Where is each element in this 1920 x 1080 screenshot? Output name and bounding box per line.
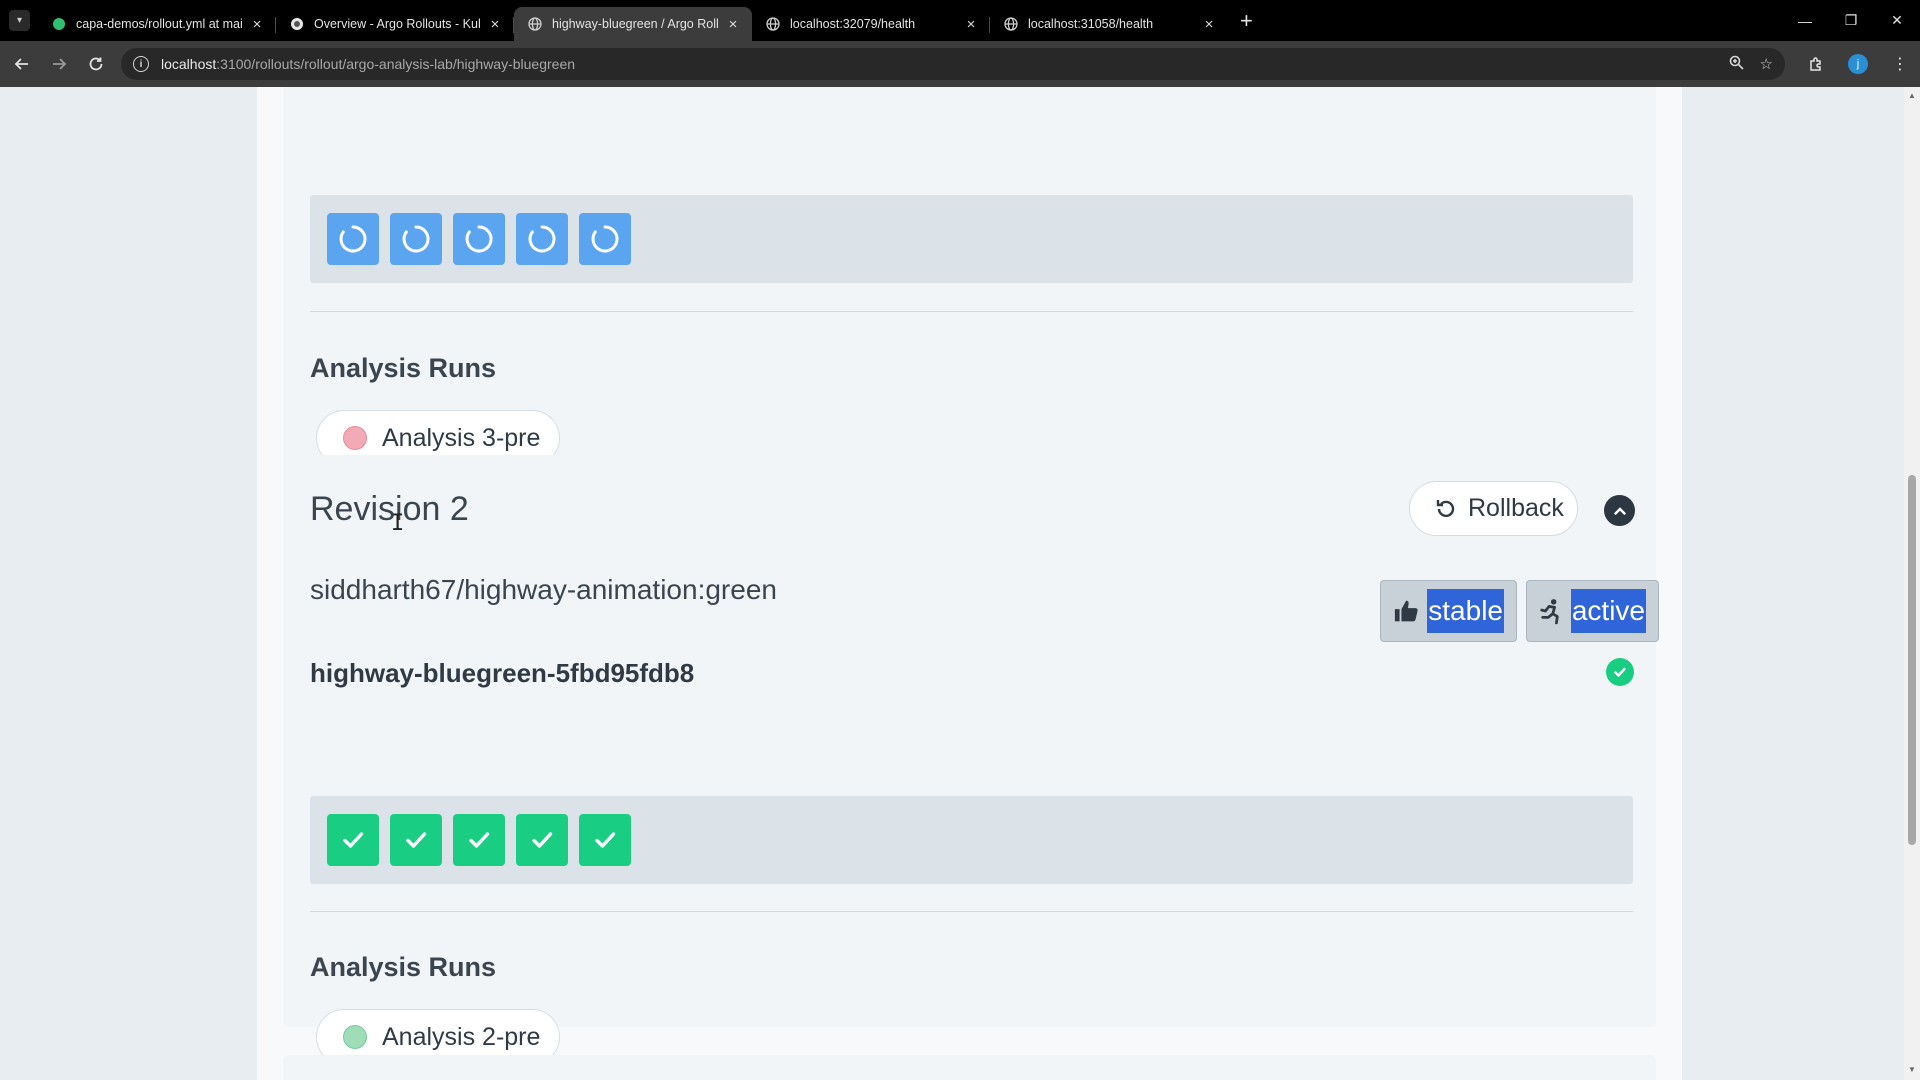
analysis-runs-heading: Analysis Runs <box>310 353 497 383</box>
address-bar[interactable]: i localhost:3100/rollouts/rollout/argo-a… <box>121 48 1785 80</box>
pod-progressing[interactable] <box>327 213 379 265</box>
pod-progressing[interactable] <box>390 213 442 265</box>
browser-tab-strip: ▾ capa-demos/rollout.yml at mai × Overvi… <box>0 0 1920 41</box>
revision-title: Revision 2 <box>310 490 469 528</box>
stable-badge: stable <box>1380 580 1517 642</box>
new-tab-button[interactable]: + <box>1240 9 1253 32</box>
tab-close-icon[interactable]: × <box>486 15 504 33</box>
tab-title: Overview - Argo Rollouts - Kub <box>314 17 480 31</box>
close-window-icon[interactable]: ✕ <box>1874 0 1920 41</box>
window-controls: — ❐ ✕ <box>1782 0 1920 41</box>
zoom-icon[interactable] <box>1729 55 1744 74</box>
tab-close-icon[interactable]: × <box>248 15 266 33</box>
running-icon <box>1540 599 1559 625</box>
restore-icon[interactable]: ❐ <box>1828 0 1874 41</box>
spinner-icon <box>591 225 619 253</box>
replicaset-name: highway-bluegreen-5fbd95fdb8 <box>310 658 695 688</box>
url-host: localhost <box>161 56 217 72</box>
rollback-label: Rollback <box>1468 494 1564 522</box>
tab-title: capa-demos/rollout.yml at mai <box>76 17 242 31</box>
tab-close-icon[interactable]: × <box>962 15 980 33</box>
container-image: siddharth67/highway-animation:green <box>310 574 777 605</box>
check-icon <box>343 832 364 848</box>
browser-menu-icon[interactable]: ⋮ <box>1880 41 1920 87</box>
revision-card: Analysis Runs Analysis 3-pre <box>283 87 1656 513</box>
analysis-run-label: Analysis 3-pre <box>382 423 541 452</box>
analysis-status-dot <box>343 426 367 450</box>
analysis-status-dot <box>343 1025 367 1049</box>
pod-healthy[interactable] <box>516 814 568 866</box>
scrollbar-thumb[interactable] <box>1908 475 1916 845</box>
extensions-icon[interactable] <box>1796 41 1836 87</box>
revision-card <box>283 1055 1656 1080</box>
tab-list: capa-demos/rollout.yml at mai × Overview… <box>38 0 1228 41</box>
github-favicon-icon <box>51 16 67 32</box>
check-icon <box>469 832 490 848</box>
tab-search-button[interactable]: ▾ <box>9 10 30 31</box>
site-info-icon[interactable]: i <box>133 56 149 72</box>
rollback-button[interactable]: Rollback <box>1409 481 1578 536</box>
pod-healthy[interactable] <box>327 814 379 866</box>
revision-card: Revision 2 Rollback siddharth67/highway-… <box>283 455 1659 1065</box>
thumbs-up-icon <box>1394 600 1418 622</box>
tab-title: localhost:32079/health <box>790 17 916 31</box>
browser-toolbar: i localhost:3100/rollouts/rollout/argo-a… <box>0 41 1920 87</box>
healthy-check-icon <box>1606 658 1634 686</box>
reload-button[interactable] <box>81 49 111 79</box>
toolbar-right: j ⋮ <box>1796 41 1920 87</box>
spinner-icon <box>402 225 430 253</box>
globe-icon <box>527 16 543 32</box>
scroll-down-arrow-icon[interactable]: ▼ <box>1908 1065 1916 1074</box>
analysis-run-label: Analysis 2-pre <box>382 1022 541 1051</box>
check-icon <box>595 832 616 848</box>
bookmark-star-icon[interactable]: ☆ <box>1760 55 1773 73</box>
collapse-toggle-button[interactable] <box>1604 495 1635 526</box>
tab-title: localhost:31058/health <box>1028 17 1154 31</box>
browser-tab[interactable]: localhost:31058/health × <box>990 7 1228 41</box>
forward-button[interactable] <box>44 49 74 79</box>
page-viewport: Analysis Runs Analysis 3-pre Revision 2 … <box>0 87 1920 1080</box>
spinner-icon <box>465 225 493 253</box>
browser-tab[interactable]: localhost:32079/health × <box>752 7 990 41</box>
pod-progressing[interactable] <box>453 213 505 265</box>
pod-progressing[interactable] <box>579 213 631 265</box>
minimize-icon[interactable]: — <box>1782 0 1828 41</box>
scroll-up-arrow-icon[interactable]: ▲ <box>1908 91 1916 100</box>
tab-title: highway-bluegreen / Argo Roll <box>552 17 718 31</box>
tab-close-icon[interactable]: × <box>724 15 742 33</box>
omnibox-actions: ☆ <box>1729 48 1773 80</box>
pod-progressing[interactable] <box>516 213 568 265</box>
pod-healthy[interactable] <box>390 814 442 866</box>
stable-badge-label: stable <box>1427 589 1504 633</box>
active-badge: active <box>1526 580 1659 642</box>
text-cursor-icon: I <box>391 511 405 536</box>
profile-avatar[interactable]: j <box>1848 54 1868 74</box>
pods-bar <box>310 195 1633 283</box>
back-button[interactable] <box>7 49 37 79</box>
spinner-icon <box>528 225 556 253</box>
divider <box>310 311 1633 312</box>
argo-favicon-icon <box>289 16 305 32</box>
globe-icon <box>765 16 781 32</box>
undo-icon <box>1436 499 1455 517</box>
spinner-icon <box>339 225 367 253</box>
check-icon <box>406 832 427 848</box>
url-path: :3100/rollouts/rollout/argo-analysis-lab… <box>216 56 576 72</box>
browser-tab[interactable]: Overview - Argo Rollouts - Kub × <box>276 7 514 41</box>
browser-tab[interactable]: capa-demos/rollout.yml at mai × <box>38 7 276 41</box>
analysis-runs-heading: Analysis Runs <box>310 952 497 982</box>
pods-bar <box>310 796 1633 884</box>
rollout-page: Analysis Runs Analysis 3-pre Revision 2 … <box>257 87 1682 1080</box>
browser-tab-active[interactable]: highway-bluegreen / Argo Roll × <box>514 7 752 41</box>
pod-healthy[interactable] <box>453 814 505 866</box>
page-scrollbar[interactable]: ▲ ▼ <box>1904 87 1920 1080</box>
globe-icon <box>1003 16 1019 32</box>
check-icon <box>532 832 553 848</box>
active-badge-label: active <box>1570 589 1646 633</box>
divider <box>310 911 1633 912</box>
tab-close-icon[interactable]: × <box>1200 15 1218 33</box>
chevron-up-icon <box>1613 506 1626 515</box>
pod-healthy[interactable] <box>579 814 631 866</box>
